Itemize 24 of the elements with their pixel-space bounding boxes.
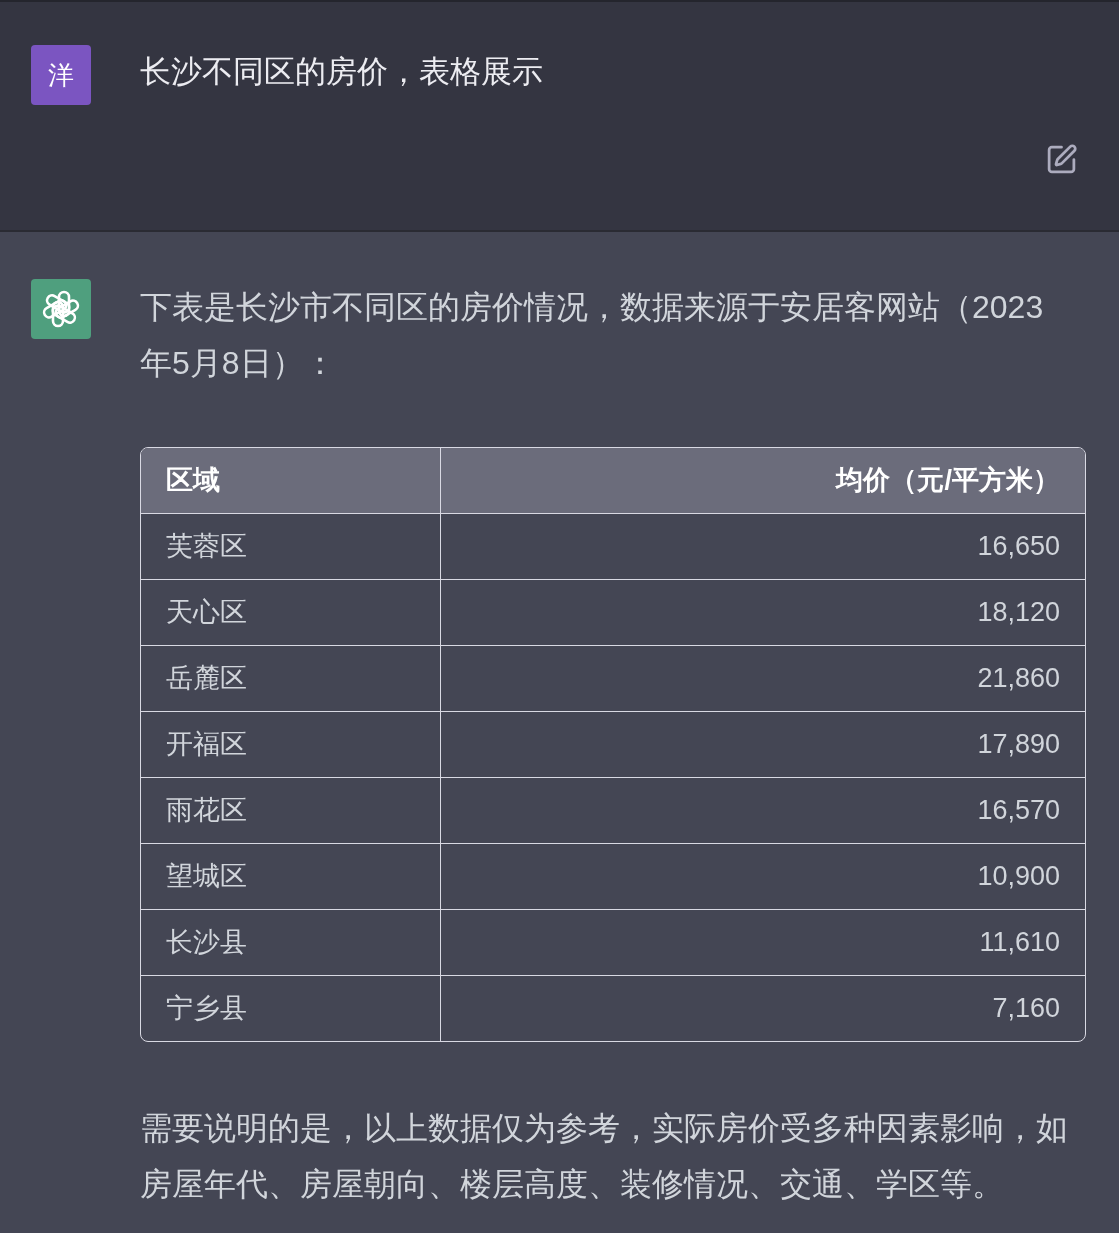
table-cell: 21,860 (440, 645, 1085, 711)
table-cell: 望城区 (141, 843, 440, 909)
edit-icon[interactable] (1045, 143, 1078, 176)
intro-text: 下表是长沙市不同区的房价情况，数据来源于安居客网站（2023年5月8日）： (140, 288, 1045, 383)
table-cell: 岳麓区 (141, 645, 440, 711)
table-cell: 16,650 (440, 513, 1085, 579)
table-cell: 长沙县 (141, 909, 440, 975)
note-text: 需要说明的是，以上数据仅为参考，实际房价受多种因素影响，如房屋年代、房屋朝向、楼层高度、装修情况、交通、学区等。 (140, 1109, 1069, 1204)
user-avatar: 洋 (31, 45, 91, 105)
table-cell: 17,890 (440, 711, 1085, 777)
table-cell: 18,120 (440, 579, 1085, 645)
user-message-text: 长沙不同区的房价，表格展示 (140, 53, 544, 91)
table-cell: 10,900 (440, 843, 1085, 909)
table-cell: 开福区 (141, 711, 440, 777)
table-cell: 芙蓉区 (141, 513, 440, 579)
table-cell: 雨花区 (141, 777, 440, 843)
logo-icon (31, 279, 91, 339)
column-header: 区域 (141, 448, 440, 513)
table-cell: 7,160 (440, 975, 1085, 1041)
table-cell: 天心区 (141, 579, 440, 645)
column-header: 均价（元/平方米） (440, 448, 1085, 513)
table-cell: 11,610 (440, 909, 1085, 975)
table-cell: 宁乡县 (141, 975, 440, 1041)
table-cell: 16,570 (440, 777, 1085, 843)
